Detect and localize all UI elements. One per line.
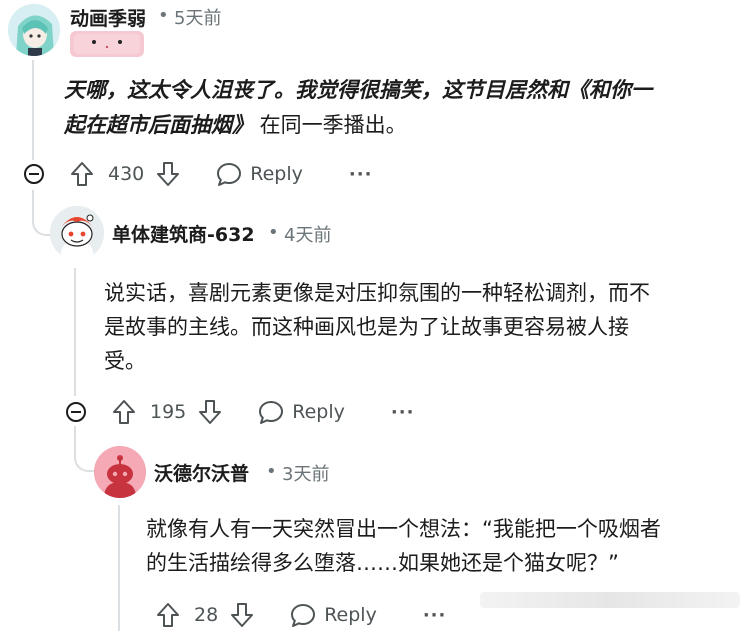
reddit-snoo-avatar-icon bbox=[94, 446, 146, 498]
comment-body-bold: 起在超市后面抽烟》 bbox=[64, 113, 253, 137]
comment-time: 4天前 bbox=[284, 225, 332, 246]
reply-label: Reply bbox=[324, 604, 377, 626]
comment-body-rest: 在同一季播出。 bbox=[253, 113, 407, 137]
comment-separator: • bbox=[268, 222, 279, 243]
vote-count: 195 bbox=[150, 401, 187, 423]
more-options-button[interactable]: ··· bbox=[423, 605, 447, 626]
downvote-button[interactable] bbox=[230, 602, 254, 628]
thread-line-root bbox=[32, 60, 34, 160]
reply-label: Reply bbox=[292, 401, 345, 423]
comment-body-line: 天哪，这太令人沮丧了。我觉得很搞笑，这节目居然和《和你一 bbox=[64, 78, 652, 102]
downvote-arrow-icon bbox=[231, 603, 254, 627]
comment-body-line: 说实话，喜剧元素更像是对压抑氛围的一种轻松调剂，而不 bbox=[104, 281, 650, 305]
blurred-watermark bbox=[480, 592, 740, 608]
comment-body-line: 受。 bbox=[104, 349, 146, 373]
comment-author[interactable]: 动画季弱 bbox=[70, 4, 146, 31]
upvote-button[interactable] bbox=[70, 161, 94, 187]
avatar[interactable] bbox=[50, 206, 104, 260]
upvote-arrow-icon bbox=[157, 603, 179, 627]
upvote-arrow-icon bbox=[113, 400, 135, 424]
comment-body-line: 的生活描绘得多么堕落……如果她还是个猫女呢？” bbox=[146, 551, 619, 575]
downvote-arrow-icon bbox=[157, 162, 180, 186]
comment-actions: 28 Reply ··· bbox=[156, 598, 446, 632]
more-options-button[interactable]: ··· bbox=[391, 402, 415, 423]
downvote-button[interactable] bbox=[198, 399, 222, 425]
downvote-arrow-icon bbox=[199, 400, 222, 424]
collapse-button[interactable] bbox=[24, 164, 44, 184]
comment-body-line: 起在超市后面抽烟》 在同一季播出。 bbox=[64, 108, 407, 142]
reddit-snoo-avatar-icon bbox=[50, 206, 104, 260]
avatar[interactable] bbox=[94, 446, 146, 498]
comment-bubble-icon bbox=[259, 401, 284, 424]
comment-bubble-icon bbox=[291, 604, 316, 627]
flair-badge bbox=[70, 31, 144, 57]
downvote-button[interactable] bbox=[156, 161, 180, 187]
comment-author[interactable]: 单体建筑商-632 bbox=[112, 220, 255, 247]
reply-button[interactable]: Reply bbox=[216, 161, 303, 187]
comment-time: 3天前 bbox=[282, 464, 330, 485]
comment-time: 5天前 bbox=[174, 8, 222, 29]
comment-separator: • bbox=[266, 461, 277, 482]
anime-avatar-icon bbox=[8, 4, 60, 56]
upvote-arrow-icon bbox=[71, 162, 93, 186]
comment-actions: 430 Reply ··· bbox=[70, 157, 372, 191]
thread-line-level3 bbox=[118, 505, 120, 631]
comment-author[interactable]: 沃德尔沃普 bbox=[154, 459, 249, 486]
reply-label: Reply bbox=[250, 163, 303, 185]
upvote-button[interactable] bbox=[156, 602, 180, 628]
comment-actions: 195 Reply ··· bbox=[112, 395, 414, 429]
reply-button[interactable]: Reply bbox=[290, 602, 377, 628]
flair-face-icon bbox=[74, 34, 140, 54]
reply-button[interactable]: Reply bbox=[258, 399, 345, 425]
vote-count: 430 bbox=[108, 163, 145, 185]
thread-curve-2 bbox=[74, 426, 94, 472]
comment-body-line: 就像有人有一天突然冒出一个想法：“我能把一个吸烟者 bbox=[146, 517, 661, 541]
comment-separator: • bbox=[158, 5, 169, 26]
upvote-button[interactable] bbox=[112, 399, 136, 425]
thread-curve-1 bbox=[32, 196, 52, 236]
comment-bubble-icon bbox=[217, 163, 242, 186]
comment-body-line: 是故事的主线。而这种画风也是为了让故事更容易被人接 bbox=[104, 315, 629, 339]
thread-line-level2 bbox=[74, 268, 76, 396]
avatar[interactable] bbox=[8, 4, 60, 56]
collapse-button[interactable] bbox=[66, 402, 86, 422]
vote-count: 28 bbox=[194, 604, 219, 626]
more-options-button[interactable]: ··· bbox=[349, 164, 373, 185]
